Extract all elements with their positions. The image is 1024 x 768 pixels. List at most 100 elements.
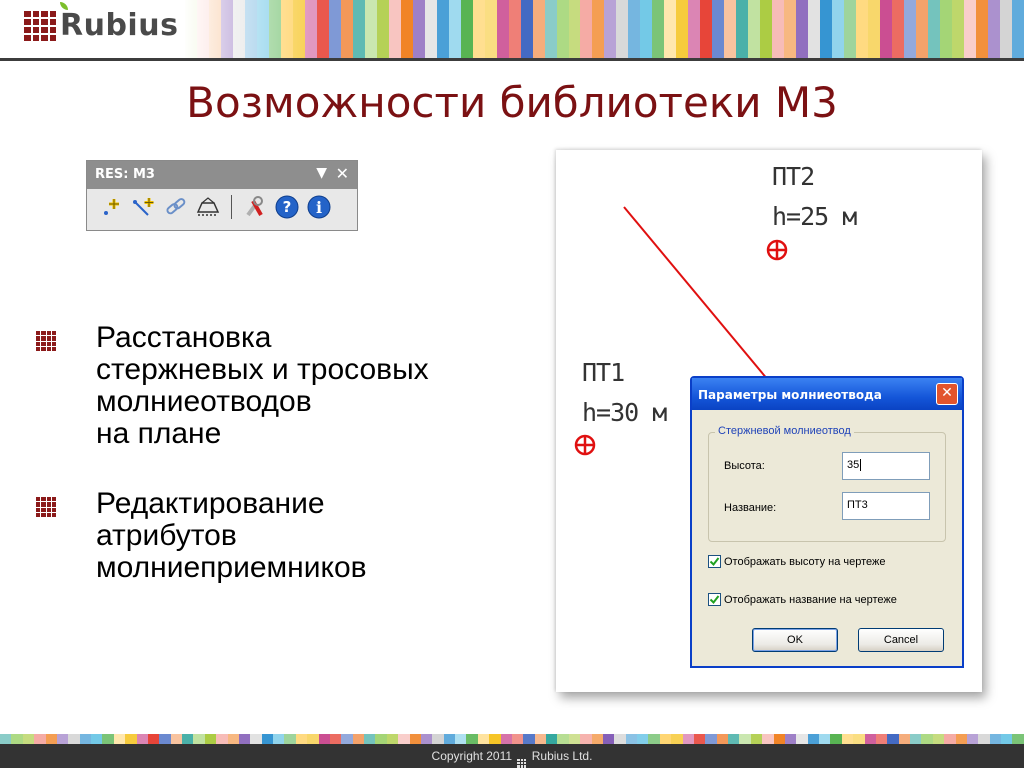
color-stripe <box>966 734 979 744</box>
close-icon[interactable]: ✕ <box>336 164 349 183</box>
color-stripe <box>400 0 413 58</box>
checkmark-icon <box>709 595 720 605</box>
bullet-line: стержневых и тросовых <box>96 353 429 386</box>
color-stripe <box>652 0 665 58</box>
color-stripe <box>580 0 593 58</box>
rod-groupbox: Стержневой молниеотвод <box>708 425 946 542</box>
color-stripe <box>328 0 341 58</box>
color-stripe <box>420 734 433 744</box>
add-cable-button[interactable] <box>131 194 157 220</box>
color-stripe <box>91 734 103 744</box>
color-stripe <box>460 0 473 58</box>
dropdown-arrow-icon[interactable]: ▼ <box>316 165 327 181</box>
color-stripe <box>625 734 637 744</box>
color-stripe <box>455 734 467 744</box>
color-stripe <box>170 734 182 744</box>
color-stripe <box>676 0 689 58</box>
color-stripe <box>147 734 160 744</box>
color-stripe <box>500 734 512 744</box>
info-button[interactable]: i <box>306 194 332 220</box>
color-stripe <box>557 734 569 744</box>
color-stripe <box>352 734 364 744</box>
color-stripe <box>56 734 69 744</box>
slide-title: Возможности библиотеки М3 <box>186 78 838 127</box>
color-stripe <box>472 0 485 58</box>
header-divider <box>0 58 1024 61</box>
text-caret <box>860 459 862 471</box>
color-stripe <box>841 734 854 744</box>
color-stripe <box>999 0 1012 58</box>
show-height-checkbox[interactable]: Отображать высоту на чертеже <box>708 555 886 568</box>
bullet-text: Расстановка стержневых и тросовых молние… <box>96 322 429 450</box>
show-name-label: Отображать название на чертеже <box>724 593 897 606</box>
color-stripe <box>952 0 964 58</box>
color-stripe <box>604 0 617 58</box>
color-stripe <box>386 734 399 744</box>
bullet-line: Расстановка <box>96 321 272 354</box>
color-stripe <box>484 0 497 58</box>
color-stripe <box>987 0 1000 58</box>
svg-text:i: i <box>316 198 322 217</box>
color-stripe <box>227 734 239 744</box>
color-stripe <box>671 734 683 744</box>
color-stripe <box>364 0 377 58</box>
header-color-stripes <box>185 0 1024 58</box>
color-stripe <box>844 0 857 58</box>
color-stripe <box>739 734 751 744</box>
color-stripe <box>716 734 728 744</box>
color-stripe <box>904 0 917 58</box>
bullet-line: молниеприемников <box>96 551 367 584</box>
svg-text:?: ? <box>283 198 292 216</box>
add-rod-button[interactable] <box>99 194 125 220</box>
show-name-checkbox[interactable]: Отображать название на чертеже <box>708 593 897 606</box>
color-stripe <box>796 0 809 58</box>
color-stripe <box>796 734 808 744</box>
color-stripe <box>853 734 865 744</box>
help-icon: ? <box>275 195 299 219</box>
header-band: Rubius <box>0 0 1024 58</box>
color-stripe <box>477 734 490 744</box>
color-stripe <box>875 734 888 744</box>
color-stripe <box>693 734 706 744</box>
color-stripe <box>712 0 725 58</box>
color-stripe <box>409 734 421 744</box>
color-stripe <box>880 0 893 58</box>
color-stripe <box>736 0 749 58</box>
color-stripe <box>546 734 558 744</box>
color-stripe <box>182 734 194 744</box>
checkbox-box[interactable] <box>708 593 721 606</box>
color-stripe <box>432 734 444 744</box>
link-button[interactable] <box>163 194 189 220</box>
footer-color-stripes <box>0 734 1024 744</box>
color-stripe <box>556 0 569 58</box>
color-stripe <box>424 0 437 58</box>
color-stripe <box>534 734 546 744</box>
color-stripe <box>892 0 905 58</box>
color-stripe <box>978 734 990 744</box>
settings-button[interactable] <box>242 194 268 220</box>
height-input[interactable]: 35 <box>842 452 930 480</box>
color-stripe <box>682 734 694 744</box>
color-stripe <box>22 734 35 744</box>
name-input[interactable]: ПТ3 <box>842 492 930 520</box>
close-icon[interactable]: ✕ <box>936 383 958 405</box>
help-button[interactable]: ? <box>274 194 300 220</box>
color-stripe <box>352 0 365 58</box>
color-stripe <box>520 0 533 58</box>
zone-button[interactable] <box>195 194 221 220</box>
pt1-height-label: h=30 м <box>582 398 667 427</box>
cancel-button[interactable]: Cancel <box>858 628 944 652</box>
checkbox-box[interactable] <box>708 555 721 568</box>
color-stripe <box>591 734 603 744</box>
toolbar-titlebar[interactable]: RES: M3 ▼ ✕ <box>87 161 357 189</box>
color-stripe <box>238 734 251 744</box>
ok-button[interactable]: OK <box>752 628 838 652</box>
color-stripe <box>375 734 387 744</box>
color-stripe <box>341 734 353 744</box>
bullet-line: молниеотводов <box>96 385 312 418</box>
color-stripe <box>443 734 455 744</box>
dialog-titlebar[interactable]: Параметры молниеотвода ✕ <box>692 378 962 410</box>
color-stripe <box>898 734 910 744</box>
color-stripe <box>568 734 581 744</box>
color-stripe <box>0 734 12 744</box>
